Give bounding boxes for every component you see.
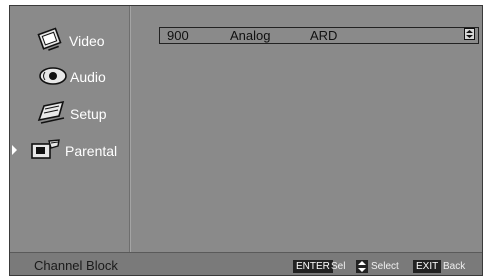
channel-name: ARD [310,28,338,43]
enter-key-badge: ENTER [293,260,333,273]
menu-sidebar: Video Audio Setup Parental [10,6,130,255]
setup-icon [35,100,69,126]
status-title: Channel Block [34,258,118,273]
back-hint-text: Back [443,261,466,272]
up-down-arrows-icon[interactable] [464,28,475,40]
menu-item-setup[interactable]: Setup [10,100,129,126]
menu-label-video: Video [69,33,105,49]
content-panel: 900 Analog ARD [130,6,482,255]
menu-label-audio: Audio [70,69,106,85]
menu-label-setup: Setup [70,106,107,122]
menu-item-audio[interactable]: Audio [10,63,129,89]
exit-key-badge: EXIT [413,260,442,273]
menu-item-video[interactable]: Video [10,27,129,53]
enter-hint-text: Sel [331,261,346,272]
video-icon [36,27,70,53]
osd-screen: Video Audio Setup Parental 900 Analog AR… [9,5,483,276]
status-bar: Channel Block ENTER Sel Select EXIT Back [10,252,482,275]
channel-type: Analog [230,28,271,43]
menu-item-parental[interactable]: Parental [10,137,129,163]
up-down-key-icon [356,260,368,273]
audio-icon [37,63,71,89]
channel-row[interactable]: 900 Analog ARD [159,27,479,44]
menu-label-parental: Parental [65,143,118,159]
selected-arrow-icon [12,145,17,155]
parental-icon [29,137,63,163]
select-hint-text: Select [371,261,399,272]
channel-number: 900 [167,28,189,43]
